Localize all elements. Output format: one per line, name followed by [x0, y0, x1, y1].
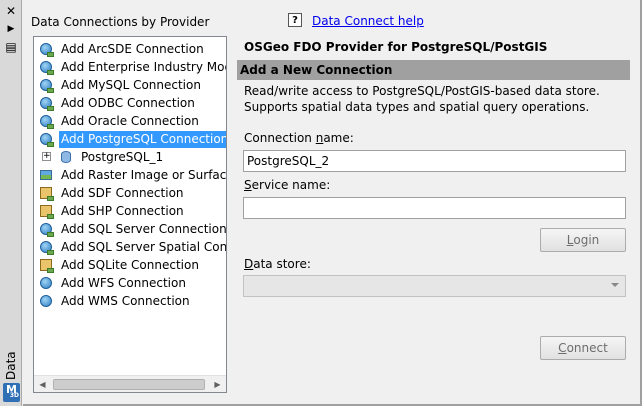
tree-item-label: Add MySQL Connection [61, 77, 201, 92]
file-icon [38, 185, 54, 201]
database-icon [38, 41, 54, 57]
data-store-select[interactable] [243, 275, 626, 297]
connection-name-input[interactable] [243, 150, 626, 172]
tree-item[interactable]: Add SQLite Connection [38, 256, 201, 274]
tree-item-label: Add Oracle Connection [61, 113, 199, 128]
database-icon [38, 221, 54, 237]
tree-horizontal-scrollbar[interactable]: ◀ ▶ [34, 375, 226, 392]
tree-item[interactable]: Add SQL Server Spatial Connect [38, 238, 226, 256]
tree-item-label: Add SQL Server Spatial Connect [61, 239, 226, 254]
scroll-right-icon[interactable]: ▶ [209, 376, 226, 392]
auto-hide-icon[interactable]: ▶ [4, 22, 18, 36]
expand-icon[interactable]: + [42, 152, 51, 161]
tree-item-label: Add Raster Image or Surface Co [61, 167, 226, 182]
tree-item-label: Add WFS Connection [61, 275, 186, 290]
tree-item-label: Add ArcSDE Connection [61, 41, 204, 56]
close-icon[interactable]: ✕ [4, 4, 18, 18]
tree-item[interactable]: Add WMS Connection [38, 292, 192, 310]
file-icon [38, 257, 54, 273]
database-icon [38, 95, 54, 111]
tree-item-label: Add Enterprise Industry Model C [61, 59, 226, 74]
file-icon [38, 203, 54, 219]
tree-item-label: Add PostgreSQL Connection [59, 130, 226, 148]
tree-item-label: PostgreSQL_1 [81, 149, 164, 164]
tree-item[interactable]: Add SHP Connection [38, 202, 186, 220]
chevron-down-icon [611, 283, 619, 287]
tree-item[interactable]: Add MySQL Connection [38, 76, 203, 94]
connect-button[interactable]: Connect [540, 336, 626, 360]
tree-item[interactable]: Add Raster Image or Surface Co [38, 166, 226, 184]
service-name-input[interactable] [243, 197, 626, 219]
globe-icon [38, 293, 54, 309]
tree-item-label: Add SDF Connection [61, 185, 184, 200]
properties-menu-icon[interactable]: ▤ [4, 40, 18, 54]
palette-title: Data Connect [4, 330, 36, 380]
tree-item[interactable]: Add ODBC Connection [38, 94, 197, 112]
globe-icon [38, 275, 54, 291]
raster-icon [38, 167, 54, 183]
map3d-logo-icon: M 3D [3, 383, 20, 402]
tree-item[interactable]: Add ArcSDE Connection [38, 40, 206, 58]
tree-item[interactable]: Add SDF Connection [38, 184, 186, 202]
database-icon [38, 77, 54, 93]
login-button[interactable]: Login [540, 228, 626, 252]
tree-item[interactable]: Add Enterprise Industry Model C [38, 58, 226, 76]
tree-item[interactable]: Add WFS Connection [38, 274, 188, 292]
data-store-label: Data store: [244, 257, 311, 271]
provider-tree[interactable]: Add ArcSDE Connection Add Enterprise Indu… [33, 36, 227, 393]
palette-title-strip: ✕ ▶ ▤ Data Connect M3D [0, 0, 36, 406]
tree-item[interactable]: + PostgreSQL_1 [42, 148, 165, 166]
connection-name-label: Connection name: [244, 131, 354, 145]
data-connect-help-link[interactable]: Data Connect help [312, 14, 424, 28]
tree-item-label: Add SQL Server Connection [61, 221, 226, 236]
database-icon [38, 59, 54, 75]
tree-item-label: Add ODBC Connection [61, 95, 195, 110]
scroll-thumb[interactable] [53, 379, 205, 390]
provider-title: OSGeo FDO Provider for PostgreSQL/PostGI… [244, 40, 548, 54]
tree-item[interactable]: Add Oracle Connection [38, 112, 201, 130]
database-icon [38, 113, 54, 129]
tree-item[interactable]: Add PostgreSQL Connection [38, 130, 226, 148]
tree-item-label: Add SHP Connection [61, 203, 184, 218]
service-name-label: Service name: [244, 178, 331, 192]
provider-description: Read/write access to PostgreSQL/PostGIS-… [244, 84, 600, 114]
tree-item[interactable]: Add SQL Server Connection [38, 220, 226, 238]
providers-heading: Data Connections by Provider [31, 15, 210, 29]
scroll-left-icon[interactable]: ◀ [34, 376, 51, 392]
tree-item-label: Add SQLite Connection [61, 257, 199, 272]
database-icon [38, 131, 54, 147]
tree-item-label: Add WMS Connection [61, 293, 190, 308]
database-icon [38, 239, 54, 255]
help-icon[interactable]: ? [288, 13, 302, 27]
section-title: Add a New Connection [240, 63, 393, 77]
cylinder-icon [58, 149, 74, 165]
